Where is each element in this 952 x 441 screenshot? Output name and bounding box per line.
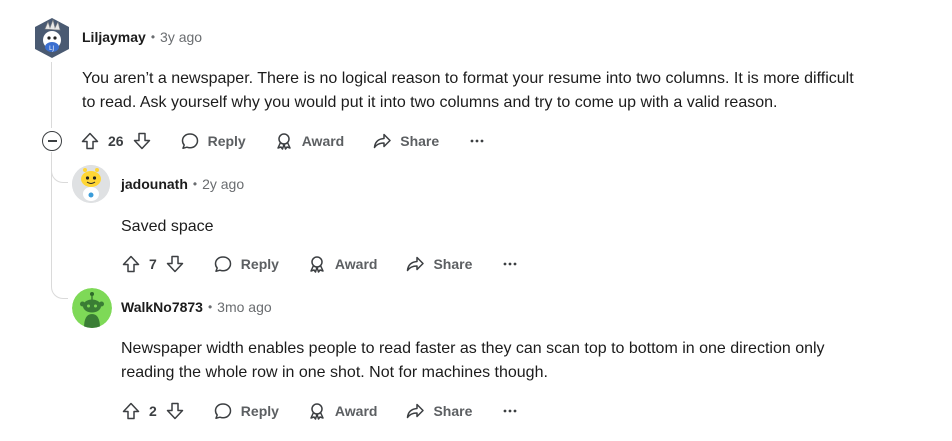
vote-score: 7: [149, 256, 157, 272]
svg-text:LJ: LJ: [49, 45, 54, 52]
collapse-thread-button[interactable]: [42, 131, 62, 151]
upvote-icon[interactable]: [121, 401, 141, 421]
share-button[interactable]: Share: [372, 131, 439, 151]
thread-branch-1: [51, 166, 68, 183]
reply-label: Reply: [207, 133, 246, 149]
comment-body: Saved space: [121, 215, 214, 239]
downvote-icon[interactable]: [165, 401, 185, 421]
reply-label: Reply: [240, 256, 279, 272]
vote-group: 7: [121, 254, 185, 274]
share-button[interactable]: Share: [405, 254, 472, 274]
share-icon: [374, 133, 391, 149]
username[interactable]: WalkNo7873: [121, 299, 203, 315]
reply-icon: [181, 133, 198, 150]
award-button[interactable]: Award: [307, 401, 378, 421]
comment-body-line: You aren’t a newspaper. There is no logi…: [82, 70, 854, 87]
comment-meta: jadounath • 2y ago: [121, 176, 244, 192]
vote-group: 2: [121, 401, 185, 421]
snoo-avatar-icon: LJ: [35, 18, 69, 58]
reply-button[interactable]: Reply: [213, 401, 279, 421]
award-label: Award: [301, 133, 345, 149]
avatar[interactable]: [72, 165, 110, 203]
award-label: Award: [334, 403, 378, 419]
comment-body-line: Saved space: [121, 218, 214, 235]
comment-thread: LJ Liljaymay • 3y ago You aren’t a newsp…: [0, 0, 952, 441]
reply-label: Reply: [240, 403, 279, 419]
reply-icon: [214, 403, 232, 420]
comment-body-line: reading the whole row in one shot. Not f…: [121, 364, 548, 381]
comment-meta: WalkNo7873 • 3mo ago: [121, 299, 272, 315]
more-dots-icon: [503, 262, 517, 266]
thread-line-main: [51, 62, 52, 128]
comment-actions: 26 Reply Award Share: [80, 125, 485, 157]
share-label: Share: [400, 133, 440, 149]
award-icon: [276, 133, 291, 150]
share-label: Share: [433, 403, 473, 419]
snoo-avatar-icon: [72, 165, 110, 203]
more-dots-icon: [503, 409, 517, 413]
more-options-button[interactable]: [502, 403, 518, 419]
username[interactable]: Liljaymay: [82, 29, 146, 45]
share-icon: [407, 403, 425, 419]
award-label: Award: [334, 256, 378, 272]
upvote-icon[interactable]: [121, 254, 141, 274]
award-button[interactable]: Award: [274, 131, 345, 151]
comment-body-line: to read. Ask yourself why you would put …: [82, 94, 778, 111]
upvote-icon[interactable]: [80, 131, 100, 151]
reply-icon: [214, 256, 232, 273]
thread-branch-2: [51, 282, 68, 299]
vote-group: 26: [80, 131, 152, 151]
share-icon: [407, 256, 425, 272]
comment-body: You aren’t a newspaper. There is no logi…: [82, 67, 854, 115]
reply-button[interactable]: Reply: [213, 254, 279, 274]
timestamp[interactable]: 3y ago: [160, 29, 202, 45]
more-dots-icon: [470, 139, 484, 143]
timestamp[interactable]: 2y ago: [202, 176, 244, 192]
more-options-button[interactable]: [469, 133, 485, 149]
downvote-icon[interactable]: [165, 254, 185, 274]
meta-separator: •: [207, 300, 213, 314]
username[interactable]: jadounath: [121, 176, 188, 192]
meta-separator: •: [192, 177, 198, 191]
award-icon: [310, 256, 324, 273]
comment-meta: Liljaymay • 3y ago: [82, 29, 202, 45]
minus-icon: [47, 140, 57, 142]
reply-button[interactable]: Reply: [180, 131, 246, 151]
snoo-avatar-icon: [72, 288, 112, 328]
more-options-button[interactable]: [502, 256, 518, 272]
avatar[interactable]: LJ: [32, 16, 72, 60]
comment-actions: 2 Reply Award Share: [121, 395, 518, 427]
award-button[interactable]: Award: [307, 254, 378, 274]
comment-body: Newspaper width enables people to read f…: [121, 337, 825, 385]
avatar[interactable]: [72, 288, 112, 328]
comment-body-line: Newspaper width enables people to read f…: [121, 340, 825, 357]
vote-score: 2: [149, 403, 157, 419]
award-icon: [310, 403, 324, 420]
share-button[interactable]: Share: [405, 401, 472, 421]
timestamp[interactable]: 3mo ago: [217, 299, 271, 315]
comment-actions: 7 Reply Award Share: [121, 248, 518, 280]
share-label: Share: [433, 256, 473, 272]
vote-score: 26: [108, 133, 124, 149]
meta-separator: •: [150, 30, 156, 44]
downvote-icon[interactable]: [132, 131, 152, 151]
